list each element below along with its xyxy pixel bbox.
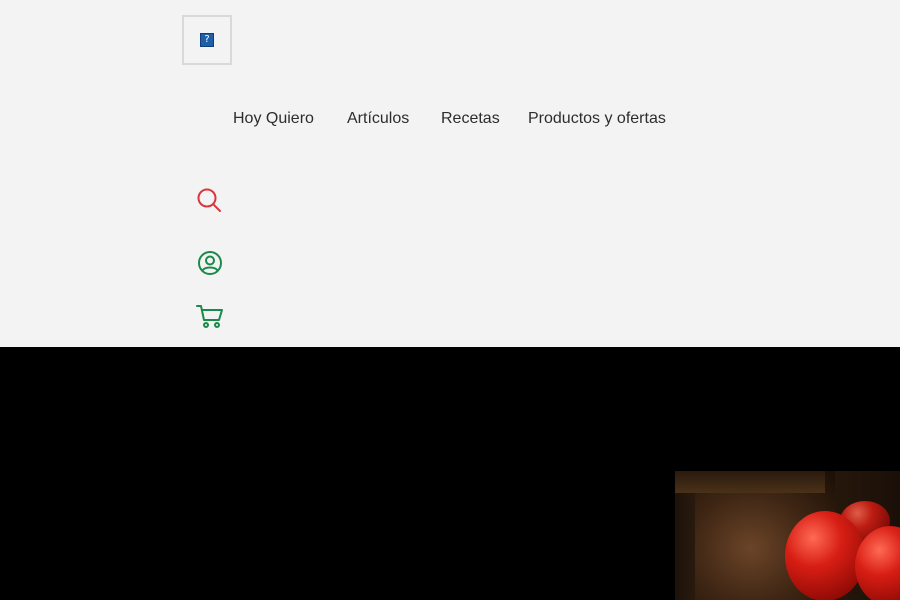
cart-icon [196, 305, 223, 328]
site-header: ? Hoy Quiero Artículos Recetas Productos… [0, 0, 900, 347]
cart-button[interactable] [194, 300, 226, 332]
logo-link[interactable]: ? [182, 15, 232, 65]
user-circle-icon [198, 251, 222, 275]
account-button[interactable] [194, 247, 226, 279]
hero-banner [0, 347, 900, 600]
nav-item-recetas[interactable]: Recetas [441, 108, 500, 130]
bowl-rim [675, 471, 825, 493]
search-button[interactable] [193, 184, 225, 216]
tomato [785, 511, 865, 600]
hero-image [675, 471, 900, 600]
nav-item-productos-ofertas[interactable]: Productos y ofertas [528, 108, 666, 130]
nav-item-articulos[interactable]: Artículos [347, 108, 409, 130]
search-icon [197, 188, 221, 212]
broken-image-icon: ? [200, 33, 214, 47]
nav-item-hoy-quiero[interactable]: Hoy Quiero [233, 108, 314, 130]
